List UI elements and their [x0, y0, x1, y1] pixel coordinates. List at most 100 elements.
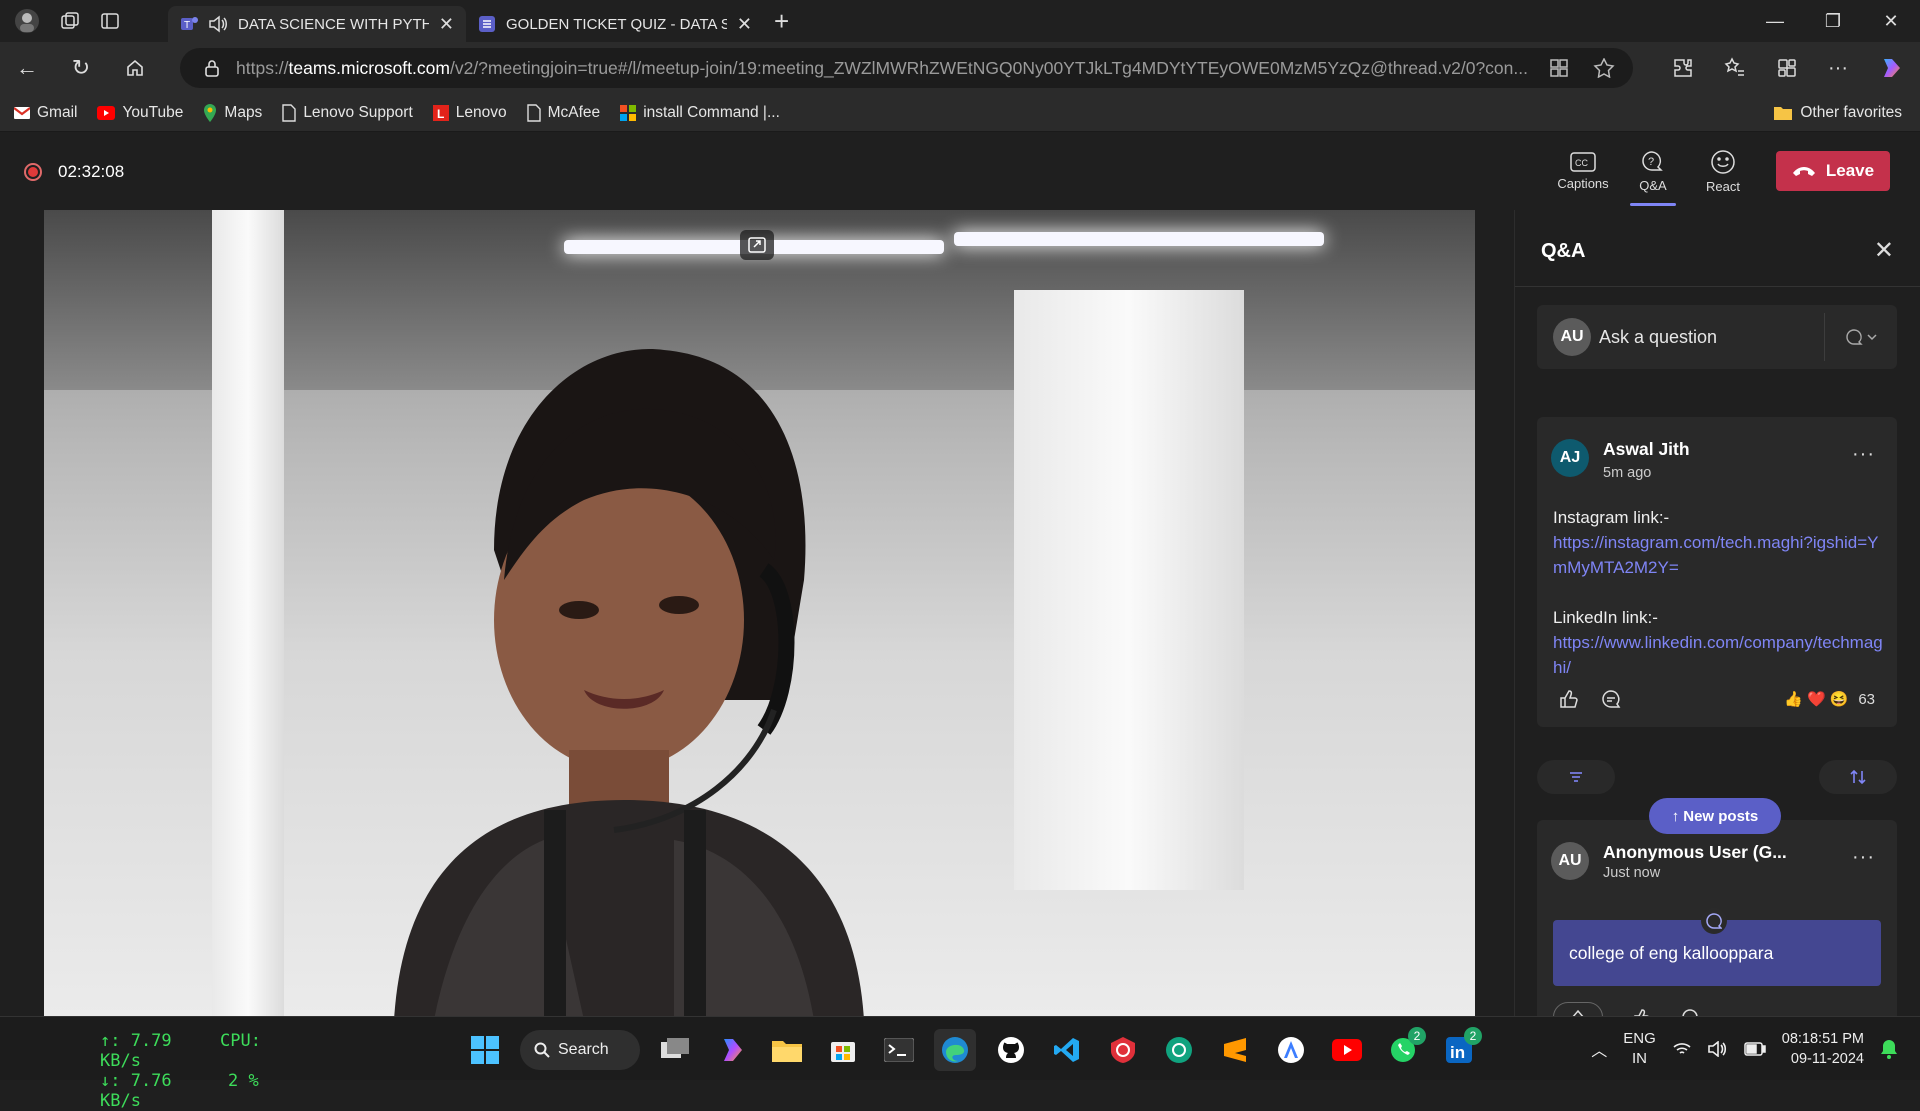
chevron-down-icon: [1867, 334, 1877, 341]
collections-icon[interactable]: [1776, 57, 1798, 79]
close-tab-icon[interactable]: ✕: [439, 14, 454, 35]
favorite-install-command[interactable]: install Command |...: [620, 104, 780, 122]
restore-icon[interactable]: ❐: [1804, 0, 1862, 42]
profile-avatar-icon[interactable]: [14, 8, 40, 34]
taskbar-search[interactable]: Search: [520, 1030, 640, 1070]
extensions-icon[interactable]: [1672, 57, 1694, 79]
favorites-list-icon[interactable]: [1724, 57, 1746, 79]
copilot-app[interactable]: [710, 1029, 752, 1071]
clock[interactable]: 08:18:51 PM 09-11-2024: [1782, 1029, 1864, 1069]
language-indicator[interactable]: ENG IN: [1623, 1029, 1656, 1069]
edge-app[interactable]: [934, 1029, 976, 1071]
like-icon[interactable]: [1633, 1008, 1651, 1016]
youtube-icon: [97, 105, 116, 120]
qa-post: AJ Aswal Jith 5m ago ··· Instagram link:…: [1537, 417, 1897, 727]
github-app[interactable]: [990, 1029, 1032, 1071]
refresh-icon[interactable]: ↻: [54, 55, 108, 81]
copilot-icon[interactable]: [1878, 55, 1904, 81]
favorite-label: Lenovo Support: [303, 103, 413, 121]
filter-button[interactable]: [1537, 760, 1615, 794]
browser-tab-strip: T DATA SCIENCE WITH PYTHON ✕ GOLDEN TICK…: [0, 0, 1920, 42]
copilot-icon: [724, 1039, 742, 1061]
favorite-star-icon[interactable]: [1593, 58, 1615, 78]
sublime-app[interactable]: [1214, 1029, 1256, 1071]
post-body: Instagram link:- https://instagram.com/t…: [1553, 505, 1883, 680]
tab-data-science[interactable]: T DATA SCIENCE WITH PYTHON ✕: [168, 6, 466, 42]
favorite-lenovo[interactable]: L Lenovo: [432, 104, 507, 122]
task-view-button[interactable]: [654, 1029, 696, 1071]
store-icon: [831, 1042, 855, 1062]
reply-icon[interactable]: [1601, 689, 1621, 709]
terminal-app[interactable]: [878, 1029, 920, 1071]
wifi-icon[interactable]: [1672, 1041, 1692, 1057]
more-options-icon[interactable]: ···: [1828, 57, 1848, 80]
favorite-lenovo-support[interactable]: Lenovo Support: [282, 103, 413, 122]
meeting-timer: 02:32:08: [58, 162, 125, 181]
vertical-tabs-icon[interactable]: [100, 11, 120, 31]
close-panel-icon[interactable]: ✕: [1874, 236, 1894, 265]
qa-button[interactable]: ? Q&A: [1618, 132, 1688, 210]
lock-icon[interactable]: [204, 59, 220, 77]
react-button[interactable]: React: [1688, 132, 1758, 210]
other-favorites[interactable]: Other favorites: [1774, 104, 1902, 122]
android-studio-app[interactable]: [1270, 1029, 1312, 1071]
home-icon[interactable]: [108, 58, 162, 78]
post-more-icon[interactable]: ···: [1852, 846, 1875, 869]
workspaces-icon[interactable]: [60, 11, 80, 31]
start-button[interactable]: [464, 1029, 506, 1071]
leave-button[interactable]: Leave: [1776, 151, 1890, 191]
other-favorites-label: Other favorites: [1800, 103, 1902, 121]
upvote-button[interactable]: [1553, 1002, 1603, 1016]
store-app[interactable]: [822, 1029, 864, 1071]
system-tray: ︿ ENG IN 08:18:51 PM 09-11-2024: [1591, 1017, 1920, 1081]
linkedin-link[interactable]: https://www.linkedin.com/company/techmag…: [1553, 633, 1883, 677]
svg-text:?: ?: [1648, 156, 1654, 168]
post-type-dropdown[interactable]: [1825, 328, 1897, 346]
favorite-gmail[interactable]: Gmail: [14, 104, 77, 122]
pop-out-video-button[interactable]: [740, 230, 774, 260]
chatgpt-app[interactable]: [1158, 1029, 1200, 1071]
vscode-app[interactable]: [1046, 1029, 1088, 1071]
post-more-icon[interactable]: ···: [1852, 443, 1875, 466]
tab-title: GOLDEN TICKET QUIZ - DATA SCIENCE: [506, 15, 727, 33]
security-app[interactable]: [1102, 1029, 1144, 1071]
net-upload: ↑: 7.79 KB/s: [100, 1031, 172, 1071]
ask-question-box[interactable]: AU Ask a question: [1537, 305, 1897, 369]
reply-icon[interactable]: [1681, 1008, 1699, 1016]
battery-icon[interactable]: [1744, 1042, 1766, 1056]
participant-figure: [394, 349, 864, 1016]
captions-button[interactable]: CC Captions: [1548, 132, 1618, 210]
meeting-actions: CC Captions ? Q&A React Leave: [1548, 132, 1920, 210]
volume-icon[interactable]: [1707, 1041, 1728, 1057]
favorite-youtube[interactable]: YouTube: [97, 104, 183, 122]
reaction-summary[interactable]: 👍 ❤️ 😆 63: [1784, 690, 1875, 709]
address-bar[interactable]: https://teams.microsoft.com/v2/?meetingj…: [180, 48, 1633, 88]
tab-title: DATA SCIENCE WITH PYTHON: [238, 15, 429, 33]
favorite-maps[interactable]: Maps: [203, 103, 262, 122]
new-tab-button[interactable]: +: [774, 6, 789, 37]
youtube-icon: [1332, 1039, 1362, 1061]
avatar: AJ: [1551, 439, 1589, 477]
instagram-link[interactable]: https://instagram.com/tech.maghi?igshid=…: [1553, 533, 1879, 577]
minimize-icon[interactable]: —: [1746, 0, 1804, 42]
speaker-icon[interactable]: [208, 15, 228, 33]
participant-video[interactable]: [44, 210, 1475, 1016]
notification-bell-icon[interactable]: [1880, 1039, 1898, 1059]
taskbar: ↑: 7.79 KB/s CPU: ↓: 7.76 KB/s 2 % Searc…: [0, 1016, 1920, 1111]
whatsapp-app[interactable]: 2: [1382, 1027, 1426, 1071]
upvote-icon: [1572, 1009, 1584, 1016]
sort-button[interactable]: [1819, 760, 1897, 794]
close-tab-icon[interactable]: ✕: [737, 14, 752, 35]
chevron-up-icon[interactable]: ︿: [1591, 1037, 1607, 1061]
close-window-icon[interactable]: ✕: [1862, 0, 1920, 42]
new-posts-button[interactable]: ↑ New posts: [1649, 798, 1781, 834]
like-icon[interactable]: [1559, 689, 1579, 709]
linkedin-app[interactable]: in 2: [1438, 1027, 1482, 1071]
favorite-mcafee[interactable]: McAfee: [526, 104, 600, 122]
video-pillar: [1014, 290, 1244, 890]
youtube-app[interactable]: [1326, 1029, 1368, 1071]
tab-golden-ticket-quiz[interactable]: GOLDEN TICKET QUIZ - DATA SCIENCE ✕: [466, 6, 764, 42]
back-icon[interactable]: ←: [0, 55, 54, 81]
app-available-icon[interactable]: [1549, 58, 1569, 78]
file-explorer-app[interactable]: [766, 1029, 808, 1071]
